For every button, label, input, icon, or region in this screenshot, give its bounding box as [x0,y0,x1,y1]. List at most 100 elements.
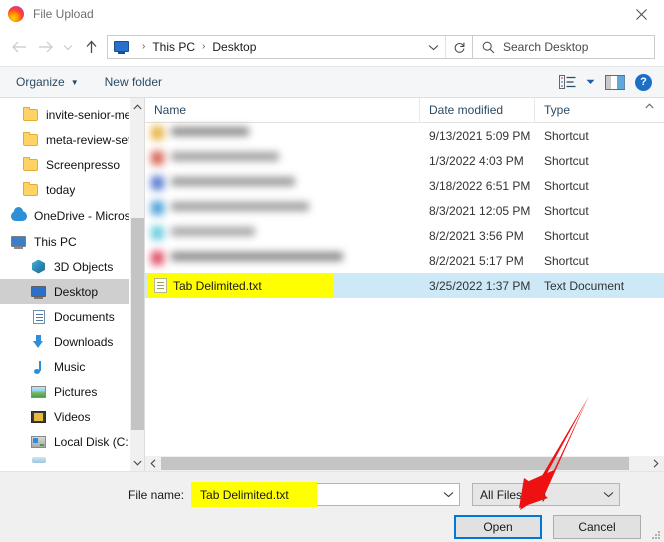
close-window-button[interactable] [618,0,664,28]
folder-icon [22,131,39,148]
file-name-input[interactable]: Tab Delimited.txt Tab Delimited.txt [191,482,461,507]
downloads-icon [30,334,47,350]
highlight-selected-filename: Tab Delimited.txt [147,274,333,297]
organize-label: Organize [16,75,65,89]
sidebar-tree: invite-senior-me meta-review-set Screenp… [0,98,144,466]
sidebar-item-local-disk-c[interactable]: Local Disk (C:) [0,429,144,454]
up-arrow-icon[interactable] [78,34,104,60]
organize-button[interactable]: Organize ▼ [16,75,79,89]
address-bar[interactable]: › This PC › Desktop [107,35,473,59]
sidebar-item-3d-objects[interactable]: 3D Objects [0,254,144,279]
file-name-cell [145,198,420,223]
onedrive-cloud-icon [10,206,27,224]
title-bar: File Upload [0,0,664,28]
search-input[interactable]: Search Desktop [503,40,588,54]
sidebar-item-label: today [46,182,76,197]
file-name-highlight-text: Tab Delimited.txt [200,487,289,502]
file-name-cell [145,123,420,148]
chevron-down-icon[interactable] [421,36,445,58]
table-row-selected[interactable]: 3/25/2022 1:37 PM Text Document Tab Deli… [145,273,664,298]
file-list-pane[interactable]: Name Date modified Type 9/13/2021 5:09 P… [144,98,664,471]
scroll-left-icon[interactable] [145,456,161,471]
navigation-sidebar[interactable]: invite-senior-me meta-review-set Screenp… [0,98,144,471]
file-type-filter-value: All Files (*.*) [480,487,547,502]
sidebar-item-documents[interactable]: Documents [0,304,144,329]
table-row[interactable]: 9/13/2021 5:09 PM Shortcut [145,123,664,148]
table-row[interactable]: 3/18/2022 6:51 PM Shortcut [145,173,664,198]
scroll-right-icon[interactable] [648,456,664,471]
cancel-button[interactable]: Cancel [553,515,641,539]
file-list-horizontal-scrollbar[interactable] [145,456,664,471]
new-folder-label: New folder [104,75,162,89]
breadcrumb-separator-0: › [142,40,146,52]
sidebar-scrollbar-thumb[interactable] [131,218,144,430]
file-date-cell: 8/3/2021 12:05 PM [429,203,531,218]
back-arrow-icon[interactable] [6,34,32,60]
sidebar-item-label: Screenpresso [46,157,121,172]
file-type-cell: Shortcut [544,203,589,218]
sidebar-item-label: Pictures [54,384,98,399]
file-date-cell: 8/2/2021 5:17 PM [429,253,524,268]
sidebar-item-label: Local Disk (C:) [54,434,133,449]
sidebar-item-videos[interactable]: Videos [0,404,144,429]
table-row[interactable]: 8/2/2021 3:56 PM Shortcut [145,223,664,248]
sidebar-item-partial[interactable] [0,454,144,466]
preview-pane-icon[interactable] [605,70,625,94]
music-icon [30,359,47,375]
desktop-icon [30,284,47,300]
file-name-cell [145,248,420,273]
breadcrumb-desktop[interactable]: Desktop [212,40,256,54]
command-bar: Organize ▼ New folder ? [0,66,664,98]
file-date-cell: 1/3/2022 4:03 PM [429,153,524,168]
table-row[interactable]: 8/2/2021 5:17 PM Shortcut [145,248,664,273]
refresh-button[interactable] [445,36,472,58]
horizontal-scrollbar-thumb[interactable] [161,457,629,470]
resize-grip[interactable] [651,530,661,540]
sidebar-item-invite-senior-me[interactable]: invite-senior-me [0,102,144,127]
new-folder-button[interactable]: New folder [105,75,162,89]
column-header-row: Name Date modified Type [145,98,664,123]
open-button[interactable]: Open [454,515,542,539]
dialog-body: invite-senior-me meta-review-set Screenp… [0,98,664,471]
sidebar-item-today[interactable]: today [0,177,144,202]
horizontal-scroll-track[interactable] [161,456,648,471]
file-type-cell: Shortcut [544,228,589,243]
recent-locations-chevron-icon[interactable] [58,34,78,60]
sidebar-item-desktop[interactable]: Desktop [0,279,144,304]
column-header-name[interactable]: Name [145,98,420,123]
sidebar-item-onedrive[interactable]: OneDrive - Micros [0,202,144,229]
sidebar-item-music[interactable]: Music [0,354,144,379]
table-row[interactable]: 1/3/2022 4:03 PM Shortcut [145,148,664,173]
view-dropdown-caret-icon[interactable] [586,70,595,94]
file-type-cell: Shortcut [544,253,589,268]
table-row[interactable]: 8/3/2021 12:05 PM Shortcut [145,198,664,223]
sort-indicator-icon [645,101,654,111]
column-header-date-modified[interactable]: Date modified [420,98,535,123]
file-date-cell: 8/2/2021 3:56 PM [429,228,524,243]
file-date-cell: 3/25/2022 1:37 PM [429,278,531,293]
dialog-button-row: Open Cancel [0,506,664,539]
scroll-down-icon[interactable] [130,454,144,471]
folder-icon [22,106,39,123]
chevron-down-icon[interactable] [597,484,619,505]
list-view-icon[interactable] [559,70,576,94]
search-box[interactable]: Search Desktop [473,35,655,59]
scroll-up-icon[interactable] [130,98,144,115]
sidebar-item-this-pc[interactable]: This PC [0,229,144,254]
forward-arrow-icon[interactable] [32,34,58,60]
breadcrumb-this-pc[interactable]: This PC [152,40,195,54]
sidebar-item-downloads[interactable]: Downloads [0,329,144,354]
sidebar-item-label: invite-senior-me [46,107,132,122]
file-type-filter-select[interactable]: All Files (*.*) [472,483,621,506]
dialog-footer: File name: Tab Delimited.txt Tab Delimit… [0,471,664,542]
sidebar-item-meta-review-set[interactable]: meta-review-set [0,127,144,152]
cancel-button-label: Cancel [578,520,616,534]
help-button[interactable]: ? [635,70,652,94]
chevron-down-icon[interactable] [437,484,459,505]
help-label: ? [635,73,652,91]
sidebar-item-label: Downloads [54,334,114,349]
sidebar-item-screenpresso[interactable]: Screenpresso [0,152,144,177]
sidebar-item-pictures[interactable]: Pictures [0,379,144,404]
sidebar-scrollbar[interactable] [129,98,144,471]
sidebar-item-label: meta-review-set [46,132,132,147]
